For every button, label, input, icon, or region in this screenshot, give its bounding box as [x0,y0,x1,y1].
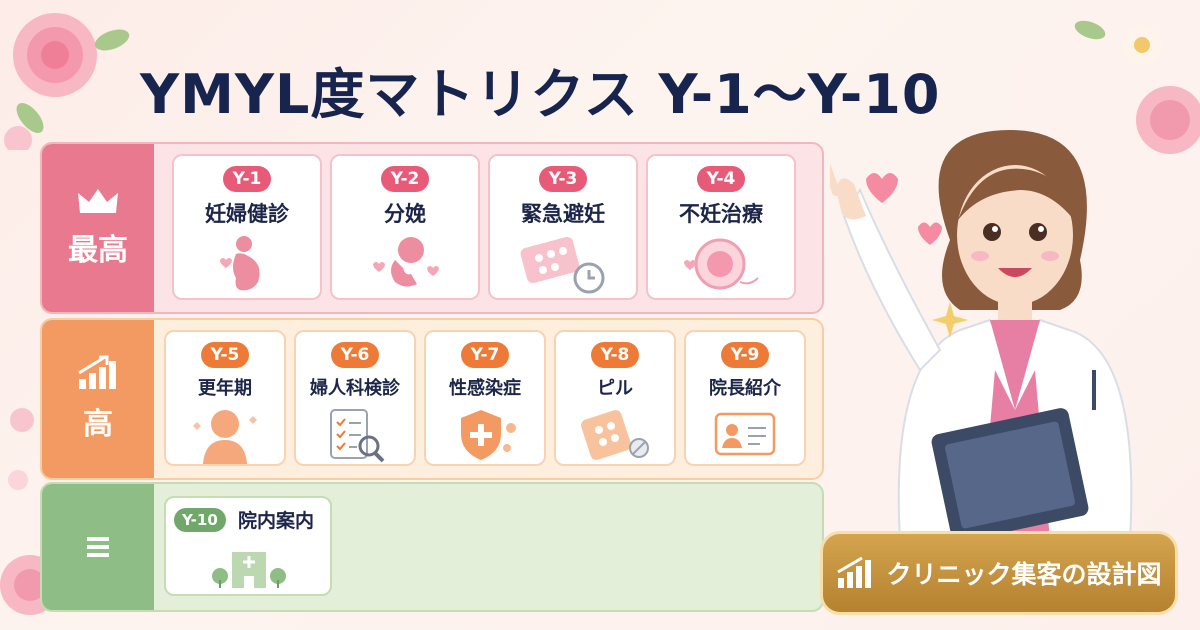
card-y3-label: 緊急避妊 [521,202,605,226]
woman-silhouette-icon [193,410,257,464]
card-y7-code: Y-7 [460,342,510,368]
card-y4-code: Y-4 [696,166,746,192]
brand-label: クリニック集客の設計図 [886,560,1162,589]
card-y1: Y-1 妊婦健診 [172,154,322,300]
card-y8-label: ピル [597,378,633,399]
id-card-icon [714,412,776,456]
heart-decoration [866,173,942,245]
card-y5-label: 更年期 [198,378,252,399]
brand-badge: クリニック集客の設計図 [820,531,1178,615]
flower-decoration-top-left [4,13,130,150]
tier-highest-cards: Y-1 妊婦健診 Y-2 分娩 Y-3 緊急避妊 Y-4 不妊治療 [154,144,822,312]
growth-chart-icon [837,556,872,588]
card-y9-code: Y-9 [720,342,770,368]
tier-medium-header [42,484,154,610]
card-y7-label: 性感染症 [449,378,521,399]
tier-highest-header: 最高 [42,144,154,312]
page-title: YMYL度マトリクス Y-1〜Y-10 [140,63,941,126]
egg-cell-icon [684,238,759,290]
card-y3-code: Y-3 [538,166,588,192]
card-y10: Y-10 院内案内 [164,496,332,596]
rising-bars-icon [78,355,116,389]
sparkle-decoration [932,302,968,338]
pill-pack-icon [581,410,649,460]
tier-highest: 最高 Y-1 妊婦健診 Y-2 分娩 Y-3 緊急避妊 Y-4 不妊治療 [40,142,824,314]
tier-high: 高 Y-5 更年期 Y-6 婦人科検診 Y-7 性感染症 Y-8 ピル Y-9 … [40,318,824,480]
card-y8-code: Y-8 [590,342,640,368]
card-y9-label: 院長紹介 [709,378,781,399]
checklist-magnifier-icon [330,409,385,463]
card-y5-code: Y-5 [200,342,250,368]
card-y6-label: 婦人科検診 [310,378,400,399]
hospital-icon [212,552,286,588]
baby-icon [373,237,439,287]
card-y3: Y-3 緊急避妊 [488,154,638,300]
card-y7: Y-7 性感染症 [424,330,546,466]
card-y2-label: 分娩 [384,202,426,226]
tier-medium-cards: Y-10 院内案内 [154,484,822,610]
pregnant-woman-icon [220,236,260,291]
tier-high-header: 高 [42,320,154,478]
card-y6-code: Y-6 [330,342,380,368]
card-y2-code: Y-2 [380,166,430,192]
shield-cross-icon [461,410,516,460]
tier-high-cards: Y-5 更年期 Y-6 婦人科検診 Y-7 性感染症 Y-8 ピル Y-9 院長… [154,320,822,478]
card-y1-label: 妊婦健診 [205,202,289,226]
card-y10-label: 院内案内 [238,510,315,532]
card-y5: Y-5 更年期 [164,330,286,466]
crown-icon [78,189,118,213]
card-y8: Y-8 ピル [554,330,676,466]
tier-high-label: 高 [83,407,113,442]
tier-medium: Y-10 院内案内 [40,482,824,612]
card-y4-label: 不妊治療 [679,202,763,226]
pill-pack-clock-icon [520,236,605,294]
equals-icon [87,537,109,557]
card-y4: Y-4 不妊治療 [646,154,796,300]
card-y6: Y-6 婦人科検診 [294,330,416,466]
card-y2: Y-2 分娩 [330,154,480,300]
card-y1-code: Y-1 [222,166,272,192]
tier-highest-label: 最高 [68,233,128,268]
card-y9: Y-9 院長紹介 [684,330,806,466]
card-y10-code: Y-10 [174,508,226,532]
